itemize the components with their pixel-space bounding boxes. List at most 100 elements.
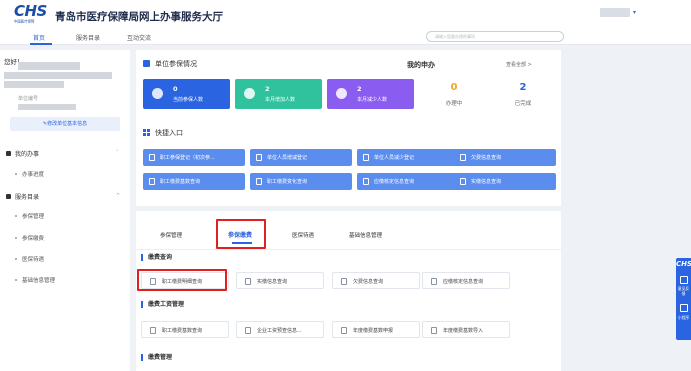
quick-entry-label: 单位人员减少登记 (374, 155, 415, 161)
quick-entry-label: 应缴核定信息查询 (374, 179, 415, 185)
service-item-label: 应缴核定信息查询 (443, 279, 484, 285)
tab-divider (136, 249, 561, 250)
stat-value: 2 (357, 85, 362, 93)
nav-active-underline (30, 43, 52, 45)
nav-service-catalog[interactable]: 服务目录 (76, 33, 100, 42)
search-input[interactable]: 请输入您要办理的事项 (426, 31, 564, 42)
redacted-unit-name (18, 62, 80, 70)
enrollment-title: 单位参保情况 (155, 60, 197, 68)
nav-home[interactable]: 首页 (33, 33, 45, 42)
view-all-link[interactable]: 查看全部 > (506, 61, 532, 68)
quick-entry-button[interactable]: 职工缴费基数查询 (143, 173, 245, 190)
document-icon (256, 178, 262, 185)
logo-mark: CHS (14, 2, 47, 20)
menu-item-enroll-mgmt[interactable]: 参保管理 (14, 212, 44, 220)
user-avatar[interactable] (600, 8, 630, 17)
quick-entry-button[interactable]: 应缴核定信息查询 (357, 173, 459, 190)
service-item[interactable]: 实缴信息查询 (236, 272, 324, 289)
user-sidebar: 您好！ 单位编号 ✎修改单位基本信息 我的办事 ˅ 办事进度 服务目录 ^ 参保… (0, 50, 130, 371)
document-icon (460, 178, 466, 185)
menu-service-catalog-label: 服务目录 (15, 194, 40, 201)
quick-entry-button[interactable]: 职工参保登记（初次参... (143, 149, 245, 166)
document-icon (431, 278, 437, 285)
miniprogram-label[interactable]: 小程序 (676, 315, 691, 320)
menu-my-affairs[interactable]: 我的办事 (6, 149, 39, 158)
qrcode-icon[interactable] (680, 304, 688, 312)
applications-title: 我的申办 (407, 61, 435, 69)
document-icon (363, 178, 369, 185)
document-icon (245, 278, 251, 285)
service-item-label: 职工缴费基数查询 (162, 328, 203, 334)
document-icon (363, 154, 369, 161)
chevron-up-icon[interactable]: ^ (116, 193, 120, 199)
feedback-label[interactable]: 意见反馈 (676, 286, 691, 296)
chs-logo[interactable]: CHS 中国医疗保障 (14, 4, 50, 26)
in-progress-count[interactable]: 0 (434, 82, 474, 93)
in-progress-label: 办理中 (445, 101, 463, 107)
quick-entry-label: 职工缴费基数查询 (160, 179, 201, 185)
catalog-icon (6, 194, 11, 199)
quick-entry-button[interactable]: 单位人员增减登记 (250, 149, 352, 166)
document-icon (150, 327, 156, 334)
tab-basic-info[interactable]: 基础信息管理 (349, 231, 382, 239)
quick-entry-title: 快捷入口 (155, 129, 183, 137)
person-remove-icon (336, 88, 347, 99)
quick-entry-button[interactable]: 职工缴费变化查询 (250, 173, 352, 190)
service-item[interactable]: 职工缴费基数查询 (141, 321, 229, 338)
stat-current-enrolled[interactable]: 0 当前参保人数 (143, 79, 230, 109)
export-icon (431, 327, 437, 334)
modify-unit-info-button[interactable]: ✎修改单位基本信息 (10, 117, 120, 131)
floating-logo: CHS (676, 260, 691, 268)
quick-entry-label: 职工参保登记（初次参... (160, 155, 215, 161)
service-item-label: 年度缴费基数导入 (443, 328, 484, 334)
quick-entry-button[interactable]: 单位人员减少登记 (357, 149, 459, 166)
site-title: 青岛市医疗保障局网上办事服务大厅 (55, 11, 223, 23)
tab-benefits[interactable]: 医保待遇 (292, 231, 314, 239)
document-icon (460, 154, 466, 161)
tab-enroll-mgmt[interactable]: 参保管理 (160, 231, 182, 239)
menu-item-enroll-pay[interactable]: 参保缴费 (14, 234, 44, 242)
redacted-unit-id (18, 104, 76, 110)
service-item[interactable]: 年度缴费基数导入 (422, 321, 510, 338)
stat-label: 本月减少人数 (357, 97, 388, 103)
menu-item-benefits[interactable]: 医保待遇 (14, 255, 44, 263)
feedback-icon[interactable] (680, 276, 688, 284)
completed-count[interactable]: 2 (503, 82, 543, 93)
stat-reduced-this-month[interactable]: 2 本月减少人数 (327, 79, 414, 109)
chevron-down-icon[interactable]: ˅ (116, 150, 119, 156)
stat-value: 2 (265, 85, 270, 93)
menu-item-basic-info[interactable]: 基础信息管理 (14, 276, 55, 284)
floating-toolbar (676, 258, 691, 340)
service-item[interactable]: 年度缴费基数申报 (332, 321, 420, 338)
service-item[interactable]: 应缴核定信息查询 (422, 272, 510, 289)
grid-icon (143, 129, 150, 136)
service-item-label: 企业工资预查信息... (257, 328, 302, 334)
highlight-box-tab (216, 219, 266, 249)
stat-added-this-month[interactable]: 2 本月增加人数 (235, 79, 322, 109)
affairs-icon (6, 151, 11, 156)
unit-id-label: 单位编号 (18, 96, 39, 102)
quick-entry-button[interactable]: 欠费信息查询 (454, 149, 556, 166)
quick-entry-label: 单位人员增减登记 (267, 155, 308, 161)
highlight-box-item (137, 269, 227, 291)
menu-item-progress[interactable]: 办事进度 (14, 170, 44, 178)
stat-label: 当前参保人数 (173, 97, 204, 103)
top-header: CHS 中国医疗保障 青岛市医疗保障局网上办事服务大厅 ▾ 首页 服务目录 互动… (0, 0, 691, 45)
menu-service-catalog[interactable]: 服务目录 (6, 192, 39, 201)
service-item-label: 年度缴费基数申报 (353, 328, 394, 334)
export-icon (245, 327, 251, 334)
nav-interaction[interactable]: 互动交流 (127, 33, 151, 42)
quick-entry-label: 欠费信息查询 (471, 155, 502, 161)
document-icon (341, 278, 347, 285)
quick-entry-label: 职工缴费变化查询 (267, 179, 308, 185)
document-icon (256, 154, 262, 161)
stat-label: 本月增加人数 (265, 97, 296, 103)
service-item[interactable]: 企业工资预查信息... (236, 321, 324, 338)
user-menu-caret-icon[interactable]: ▾ (633, 9, 636, 16)
quick-entry-button[interactable]: 实缴信息查询 (454, 173, 556, 190)
service-item[interactable]: 欠费信息查询 (332, 272, 420, 289)
person-add-icon (244, 88, 255, 99)
service-item-label: 实缴信息查询 (257, 279, 288, 285)
completed-label: 已完成 (514, 101, 532, 107)
group-title: 缴费查询 (141, 254, 172, 261)
